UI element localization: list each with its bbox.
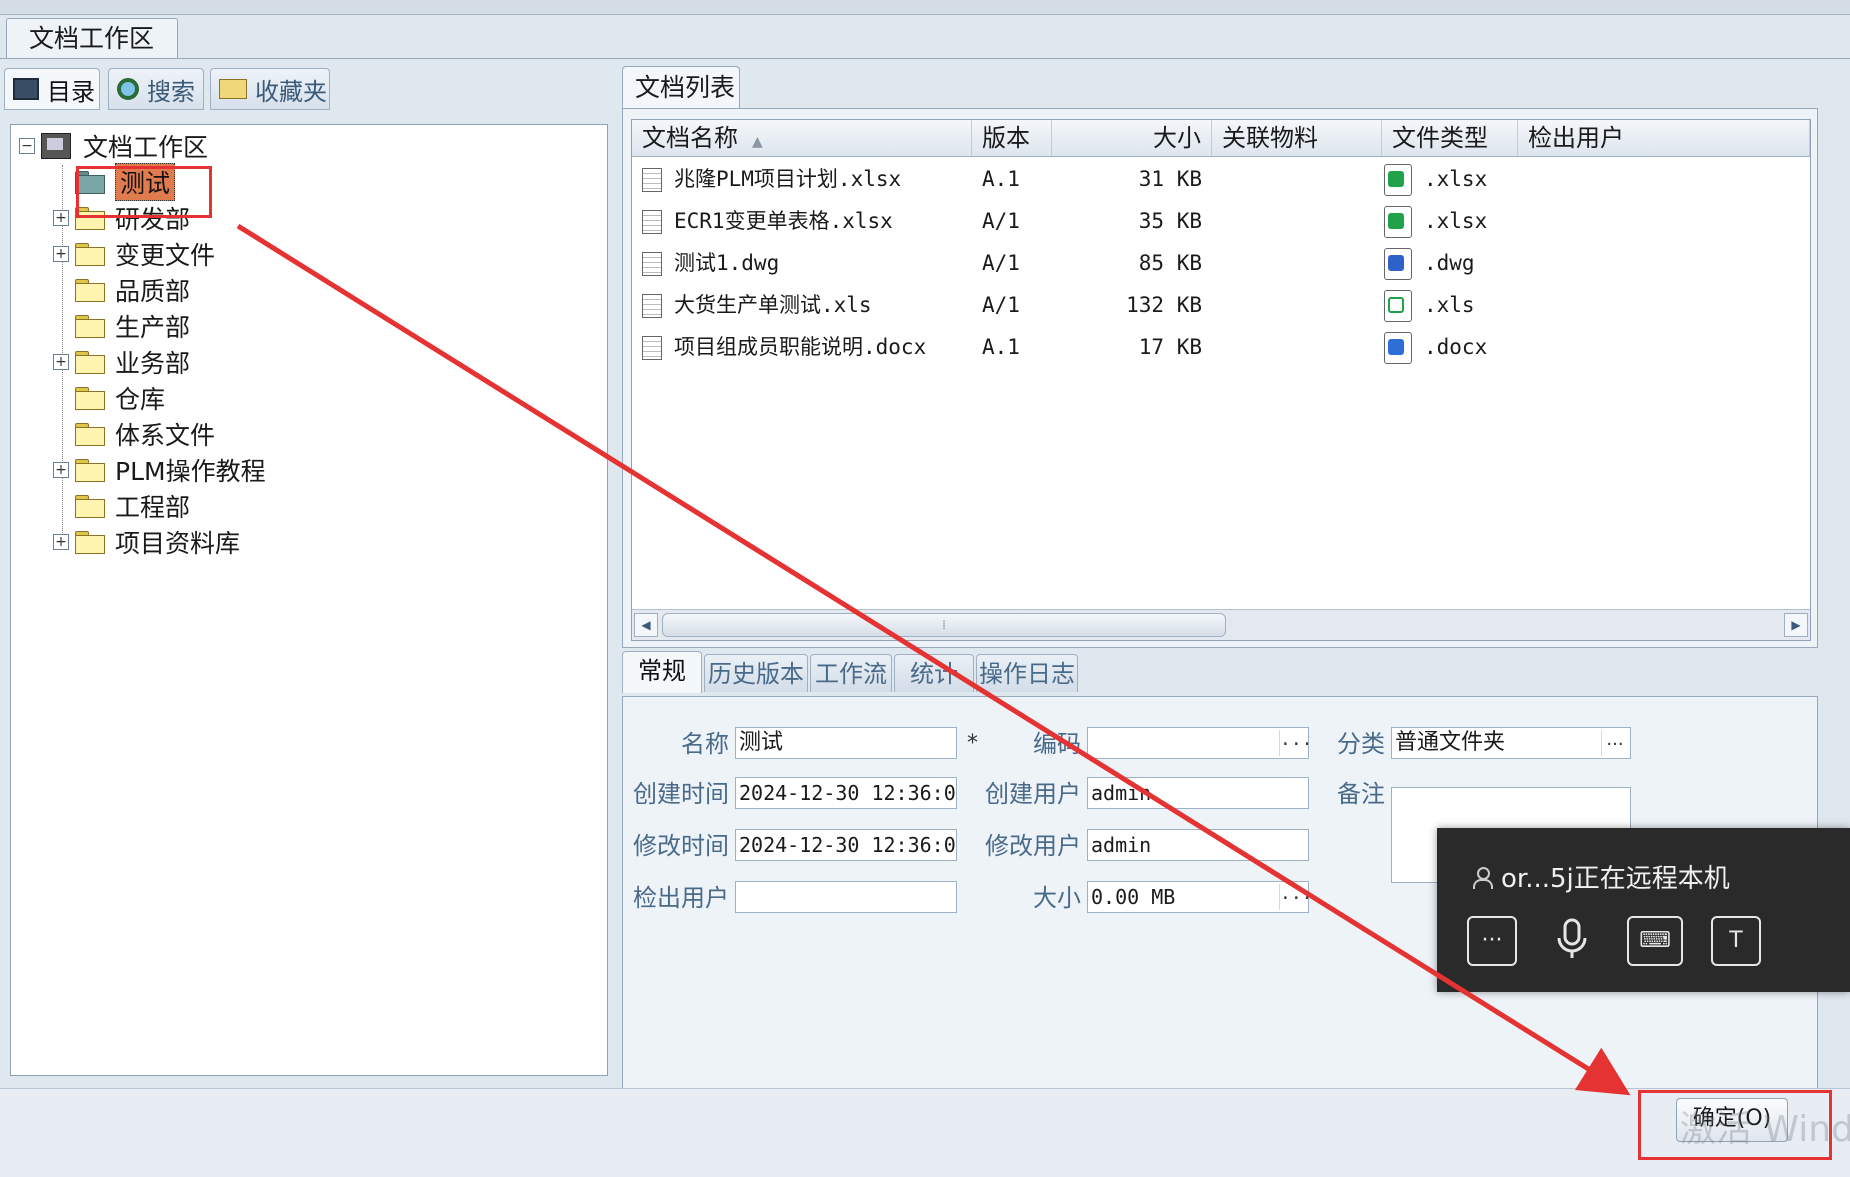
app-window: 文档工作区 目录 搜索 收藏夹 − 文档工作区 测试 + 研发部 + 变更文件 … [0, 0, 1850, 1177]
annotation-arrow [236, 223, 1631, 1096]
